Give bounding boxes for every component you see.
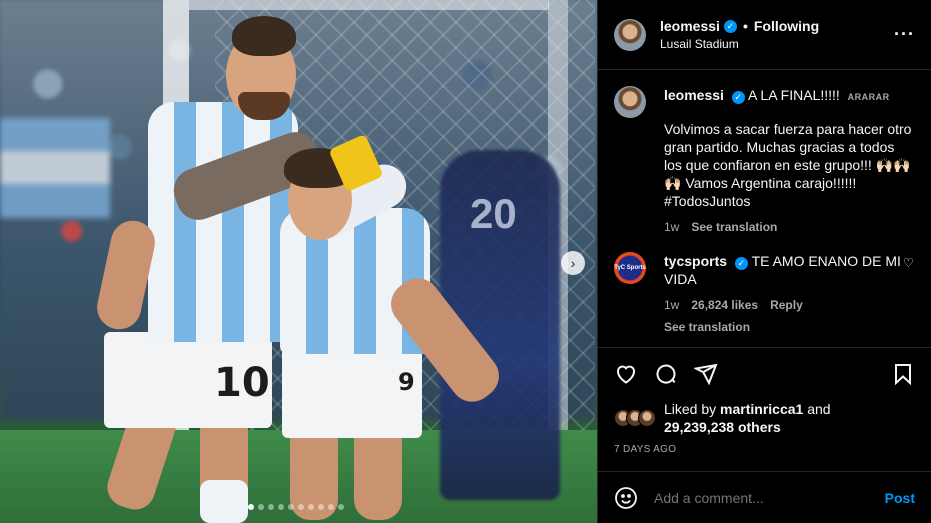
bookmark-icon[interactable] — [891, 362, 915, 386]
caption: leomessi ✓ A LA FINAL!!!!! ARARAR Volvim… — [614, 86, 915, 236]
avatar[interactable] — [614, 86, 646, 118]
likes-count[interactable]: 29,239,238 others — [664, 419, 781, 435]
comment-body: tycsports ✓ TE AMO ENANO DE MI VIDA 1w 2… — [664, 252, 903, 336]
caption-text: Volvimos a sacar fuerza para hacer otro … — [664, 121, 912, 209]
comment-icon[interactable] — [654, 362, 678, 386]
post-timestamp[interactable]: 7 DAYS AGO — [614, 444, 915, 455]
emoji-icon[interactable] — [614, 486, 638, 510]
shorts-number: 10 — [214, 360, 270, 406]
comments-section: leomessi ✓ A LA FINAL!!!!! ARARAR Volvim… — [598, 70, 931, 347]
likes-row: Liked by martinricca1 and 29,239,238 oth… — [614, 400, 915, 436]
liked-by-prefix: Liked by — [664, 401, 717, 417]
following-button[interactable]: Following — [754, 18, 819, 34]
instagram-post: 20 10 9 › leomessi ✓ • Following Lusail … — [0, 0, 931, 523]
action-icons — [614, 360, 915, 388]
add-comment-input[interactable] — [654, 489, 885, 506]
avatar — [638, 409, 656, 427]
post-photo[interactable]: 20 10 9 › — [0, 0, 597, 523]
verified-badge-icon: ✓ — [723, 19, 737, 33]
avatar-brand-text: TyC Sports — [614, 265, 646, 271]
player-hair — [232, 16, 296, 56]
avatar[interactable] — [614, 18, 646, 51]
verified-badge-icon: ✓ — [734, 256, 748, 270]
caption-first-line: leomessi ✓ A LA FINAL!!!!! ARARAR — [664, 86, 915, 106]
likes-summary: Liked by martinricca1 and 29,239,238 oth… — [664, 400, 831, 436]
header-row: leomessi ✓ • Following — [660, 18, 894, 34]
chevron-right-icon: › — [570, 255, 576, 271]
carousel-dot — [328, 504, 334, 510]
liked-by-and: and — [807, 401, 831, 417]
caption-tag: ARARAR — [847, 92, 890, 102]
username-link[interactable]: leomessi — [660, 18, 720, 34]
shorts-number: 9 — [398, 368, 415, 396]
comment-age[interactable]: 1w — [664, 296, 679, 314]
post-header: leomessi ✓ • Following Lusail Stadium ··… — [598, 0, 931, 70]
carousel-dot — [308, 504, 314, 510]
heart-icon[interactable] — [614, 362, 638, 386]
heart-icon[interactable]: ♡ — [903, 256, 915, 336]
comment-meta: 1w 26,824 likes Reply — [664, 296, 903, 314]
carousel-dots — [248, 504, 344, 510]
liker-avatars — [614, 409, 656, 427]
see-translation-link[interactable]: See translation — [691, 218, 777, 236]
caption-username[interactable]: leomessi — [664, 87, 724, 103]
caption-title: A LA FINAL!!!!! — [747, 87, 840, 103]
carousel-dot — [278, 504, 284, 510]
comment-likes[interactable]: 26,824 likes — [691, 296, 758, 314]
carousel-dot — [318, 504, 324, 510]
post-comment-button[interactable]: Post — [885, 490, 915, 506]
comment-text-line: tycsports ✓ TE AMO ENANO DE MI VIDA — [664, 252, 903, 288]
location-link[interactable]: Lusail Stadium — [660, 37, 894, 51]
carousel-dot — [248, 504, 254, 510]
reply-button[interactable]: Reply — [770, 296, 803, 314]
add-comment-bar: Post — [598, 471, 931, 523]
carousel-dot — [288, 504, 294, 510]
carousel-dot — [338, 504, 344, 510]
avatar[interactable]: TyC Sports — [614, 252, 646, 284]
comment: TyC Sports tycsports ✓ TE AMO ENANO DE M… — [614, 252, 915, 336]
caption-body: leomessi ✓ A LA FINAL!!!!! ARARAR Volvim… — [664, 86, 915, 236]
verified-badge-icon: ✓ — [731, 90, 745, 104]
caption-age[interactable]: 1w — [664, 218, 679, 236]
next-slide-button[interactable]: › — [561, 251, 585, 275]
argentina-flag — [0, 118, 110, 218]
goal-crossbar — [189, 0, 549, 10]
player-sock — [200, 480, 248, 523]
post-sidebar: leomessi ✓ • Following Lusail Stadium ··… — [597, 0, 931, 523]
separator: • — [742, 18, 748, 34]
header-info: leomessi ✓ • Following Lusail Stadium — [660, 18, 894, 51]
share-icon[interactable] — [694, 362, 718, 386]
more-options-icon[interactable]: ··· — [894, 24, 915, 45]
carousel-dot — [268, 504, 274, 510]
caption-meta: 1w See translation — [664, 218, 915, 236]
comment-username[interactable]: tycsports — [664, 253, 727, 269]
carousel-dot — [258, 504, 264, 510]
opponent-jersey-number: 20 — [470, 190, 517, 237]
see-translation-link[interactable]: See translation — [664, 318, 903, 336]
carousel-dot — [298, 504, 304, 510]
post-actions: Liked by martinricca1 and 29,239,238 oth… — [598, 347, 931, 455]
liked-by-user[interactable]: martinricca1 — [720, 401, 803, 417]
